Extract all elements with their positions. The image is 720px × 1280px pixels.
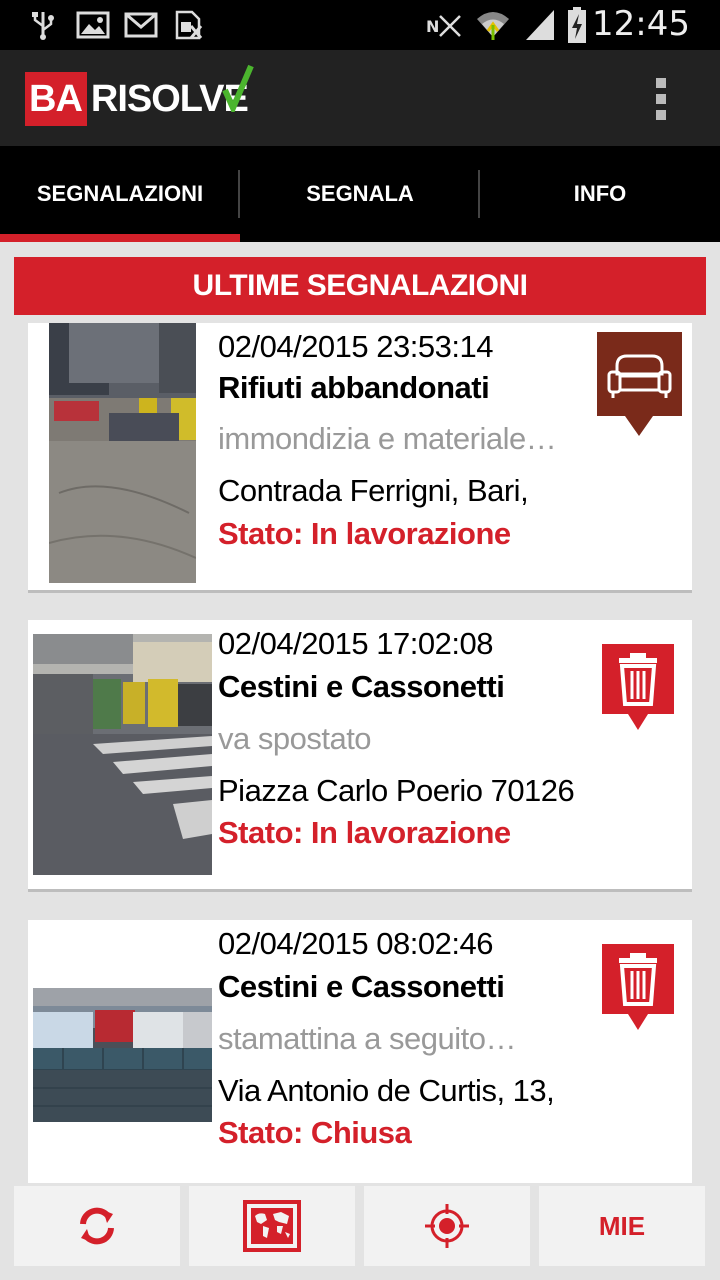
- signal-icon: [526, 10, 554, 40]
- report-card[interactable]: 02/04/2015 23:53:14 Rifiuti abbandonati …: [28, 323, 692, 593]
- tab-label: SEGNALA: [306, 181, 414, 206]
- report-photo: [33, 634, 212, 875]
- refresh-icon: [80, 1207, 114, 1245]
- report-date: 02/04/2015 23:53:14: [218, 329, 493, 364]
- overflow-menu-icon[interactable]: [656, 78, 668, 120]
- logo-prefix: BA: [25, 72, 87, 126]
- tab-label: SEGNALAZIONI: [36, 181, 204, 206]
- report-status: Stato: Chiusa: [218, 1115, 412, 1150]
- tab-segnala[interactable]: SEGNALA: [240, 146, 480, 242]
- usb-icon: [32, 12, 54, 40]
- app-bar: BA RISOLVE: [0, 50, 720, 146]
- battery-icon: [568, 7, 586, 43]
- refresh-button[interactable]: [14, 1186, 180, 1266]
- tab-segnalazioni[interactable]: SEGNALAZIONI: [0, 146, 240, 242]
- tab-info[interactable]: INFO: [480, 146, 720, 242]
- trash-bin-icon: [602, 944, 674, 1030]
- image-icon: [76, 11, 110, 39]
- report-status: Stato: In lavorazione: [218, 815, 511, 850]
- section-title: ULTIME SEGNALAZIONI: [14, 257, 706, 315]
- report-address: Contrada Ferrigni, Bari,: [218, 473, 529, 508]
- report-description: immondizia e materiale…: [218, 421, 557, 456]
- locate-button[interactable]: [364, 1186, 530, 1266]
- tab-label: INFO: [573, 181, 627, 206]
- gmail-icon: [124, 12, 158, 38]
- sim-icon: [175, 10, 203, 40]
- wifi-icon: [477, 12, 509, 40]
- clock: 12:45: [592, 4, 690, 44]
- report-date: 02/04/2015 08:02:46: [218, 926, 493, 961]
- report-card[interactable]: 02/04/2015 17:02:08 Cestini e Cassonetti…: [28, 620, 692, 892]
- report-status: Stato: In lavorazione: [218, 516, 511, 551]
- nfc-icon: N: [426, 15, 461, 37]
- tab-bar: SEGNALAZIONI SEGNALA INFO: [0, 146, 720, 242]
- status-bar: N 12:45: [0, 0, 720, 50]
- report-photo: [33, 988, 212, 1122]
- world-map-icon: [243, 1200, 301, 1252]
- my-reports-label: MIE: [598, 1210, 646, 1241]
- report-date: 02/04/2015 17:02:08: [218, 626, 493, 661]
- app-logo: BA RISOLVE: [25, 64, 254, 126]
- checkmark-icon: [222, 64, 254, 112]
- svg-text:N: N: [426, 17, 439, 36]
- report-description: stamattina a seguito…: [218, 1021, 516, 1056]
- report-category: Cestini e Cassonetti: [218, 969, 505, 1004]
- map-button[interactable]: [189, 1186, 355, 1266]
- report-photo: [49, 323, 196, 583]
- sofa-icon: [597, 332, 682, 436]
- report-category: Cestini e Cassonetti: [218, 669, 505, 704]
- report-category: Rifiuti abbandonati: [218, 370, 490, 405]
- locate-icon: [425, 1204, 469, 1248]
- report-card[interactable]: 02/04/2015 08:02:46 Cestini e Cassonetti…: [28, 920, 692, 1183]
- trash-bin-icon: [602, 644, 674, 730]
- report-address: Via Antonio de Curtis, 13,: [218, 1073, 555, 1108]
- my-reports-button[interactable]: MIE: [539, 1186, 705, 1266]
- report-description: va spostato: [218, 721, 372, 756]
- report-address: Piazza Carlo Poerio 70126: [218, 773, 575, 808]
- bottom-action-bar: MIE: [0, 1183, 720, 1280]
